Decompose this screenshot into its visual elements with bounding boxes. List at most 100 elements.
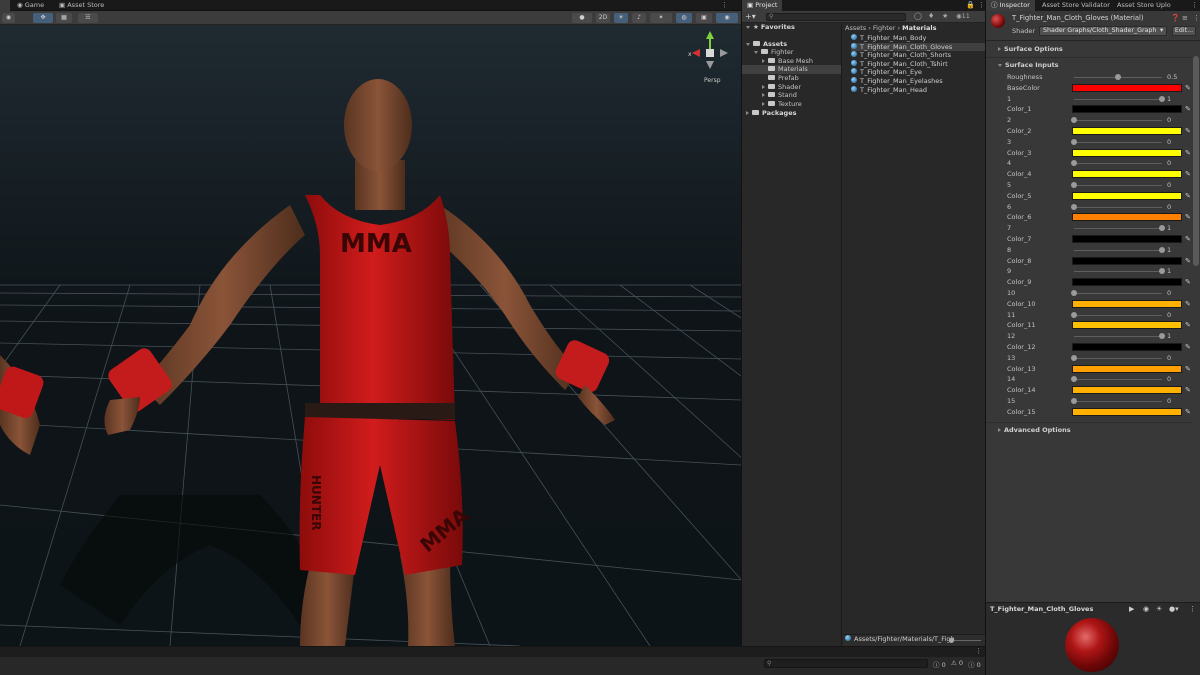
console-search-input[interactable]: ⚲ [764, 659, 928, 668]
panel-menu-icon[interactable]: ⋮ [978, 1, 985, 9]
list-item[interactable]: T_Fighter_Man_Eyelashes [851, 77, 986, 86]
expand-arrow-icon[interactable] [762, 59, 765, 63]
property-slider[interactable] [1074, 74, 1162, 80]
console-error-count[interactable]: ⓘ 0 [933, 659, 946, 669]
tree-item-favorites[interactable]: ★ Favorites [746, 23, 795, 32]
slider-knob[interactable] [1071, 160, 1077, 167]
color-swatch[interactable] [1072, 386, 1182, 395]
icon-size-slider[interactable] [949, 638, 981, 643]
slider-value[interactable]: 0 [1167, 289, 1171, 297]
slider-value[interactable]: 0 [1167, 397, 1171, 405]
eyedropper-icon[interactable]: ✎ [1185, 170, 1191, 178]
move-tool-icon[interactable]: ✥ [33, 13, 53, 23]
eyedropper-icon[interactable]: ✎ [1185, 105, 1191, 113]
tab-scene[interactable] [0, 0, 10, 11]
color-swatch[interactable] [1072, 170, 1182, 179]
tree-item-prefab[interactable]: Prefab [768, 74, 799, 83]
tree-item-packages[interactable]: Packages [746, 109, 796, 118]
tab-asset-store-upload[interactable]: Asset Store Uplo [1112, 0, 1176, 11]
slider-knob[interactable] [1071, 290, 1077, 296]
list-item[interactable]: T_Fighter_Man_Eye [851, 68, 986, 77]
settings-icon[interactable]: ≡ [1182, 14, 1188, 22]
more-options-icon[interactable]: ⋮ [721, 1, 728, 9]
slider-knob[interactable] [1159, 246, 1165, 253]
property-slider[interactable] [1071, 160, 1162, 167]
slider-knob[interactable] [1159, 225, 1165, 232]
favorites-star-icon[interactable]: ★ [942, 12, 948, 20]
property-slider[interactable] [1071, 138, 1162, 145]
slider-value[interactable]: 0 [1167, 375, 1171, 383]
slider-knob[interactable] [1071, 203, 1077, 210]
property-slider[interactable] [1074, 246, 1165, 253]
toggle-2d-button[interactable]: 2D [596, 13, 610, 23]
section-surface-inputs[interactable]: Surface Inputs [986, 61, 1193, 72]
list-item[interactable]: T_Fighter_Man_Cloth_Tshirt [851, 59, 986, 69]
list-item[interactable]: T_Fighter_Man_Body [851, 34, 986, 43]
property-slider[interactable] [1071, 376, 1162, 383]
color-swatch[interactable] [1072, 213, 1182, 222]
expand-arrow-icon[interactable] [746, 111, 749, 115]
tree-item-fighter[interactable]: Fighter [754, 48, 794, 57]
color-swatch[interactable] [1072, 235, 1182, 243]
shading-mode-icon[interactable]: ● [572, 13, 592, 23]
lock-icon[interactable]: 🔒 [966, 1, 975, 9]
breadcrumb-item[interactable]: Assets [845, 24, 866, 32]
expand-arrow-icon[interactable] [762, 85, 765, 89]
slider-knob[interactable] [1071, 354, 1077, 361]
shader-dropdown[interactable]: Shader Graphs/Cloth_Shader_Graph ▾ [1039, 26, 1167, 36]
material-preview-sphere[interactable] [1065, 618, 1119, 672]
breadcrumb-item[interactable]: Fighter [873, 24, 896, 32]
slider-knob[interactable] [1071, 398, 1077, 404]
slider-knob[interactable] [1159, 95, 1165, 102]
slider-knob[interactable] [1071, 117, 1077, 124]
color-swatch[interactable] [1072, 127, 1182, 135]
slider-value[interactable]: 0 [1167, 116, 1171, 124]
console-log-count[interactable]: ⓘ 0 [968, 659, 981, 669]
slider-knob[interactable] [949, 638, 954, 643]
eyedropper-icon[interactable]: ✎ [1185, 127, 1191, 135]
eyedropper-icon[interactable]: ✎ [1185, 278, 1191, 286]
eyedropper-icon[interactable]: ✎ [1185, 365, 1191, 373]
console-menu-icon[interactable]: ⋮ [975, 647, 982, 655]
tab-project[interactable]: ▣ Project [742, 0, 783, 11]
property-slider[interactable] [1074, 95, 1165, 102]
menu-icon[interactable]: ⋮ [1193, 14, 1200, 22]
slider-value[interactable]: 0.5 [1167, 73, 1177, 81]
property-slider[interactable] [1074, 268, 1165, 275]
search-by-type-icon[interactable]: ◯ [914, 12, 922, 20]
slider-knob[interactable] [1071, 138, 1077, 145]
eyedropper-icon[interactable]: ✎ [1185, 321, 1191, 329]
light-icon[interactable]: ☀ [1156, 605, 1162, 613]
property-slider[interactable] [1071, 354, 1162, 361]
list-item[interactable]: T_Fighter_Man_Head [851, 85, 986, 95]
eyedropper-icon[interactable]: ✎ [1185, 213, 1191, 221]
eyedropper-icon[interactable]: ✎ [1185, 408, 1191, 416]
slider-knob[interactable] [1159, 268, 1165, 275]
color-swatch[interactable] [1072, 148, 1182, 157]
tab-asset-store[interactable]: ▣ Asset Store [54, 0, 109, 11]
tree-item-texture[interactable]: Texture [762, 100, 802, 109]
camera-settings-icon[interactable]: ▣ [696, 13, 712, 23]
color-swatch[interactable] [1072, 299, 1182, 308]
collapse-arrow-icon[interactable] [746, 42, 750, 46]
tree-item-materials[interactable]: Materials [742, 65, 841, 74]
slider-value[interactable]: 1 [1167, 246, 1171, 254]
color-swatch[interactable] [1072, 278, 1182, 287]
preview-mesh-icon[interactable]: ◉ [1143, 605, 1149, 613]
color-swatch[interactable] [1072, 256, 1182, 265]
projection-label[interactable]: Persp [704, 77, 721, 84]
eyedropper-icon[interactable]: ✎ [1185, 192, 1191, 200]
gizmos-toggle-icon[interactable]: ◉ [716, 13, 738, 23]
color-swatch[interactable] [1072, 83, 1182, 92]
slider-value[interactable]: 0 [1167, 354, 1171, 362]
color-swatch[interactable] [1072, 321, 1182, 330]
color-swatch[interactable] [1072, 364, 1182, 373]
increment-snap-icon[interactable]: ☵ [78, 13, 98, 23]
property-slider[interactable] [1071, 203, 1162, 210]
sphere-select-icon[interactable]: ●▾ [1169, 605, 1179, 613]
property-slider[interactable] [1074, 333, 1165, 340]
panel-menu-icon[interactable]: ⋮ [1191, 1, 1198, 9]
help-icon[interactable]: ❓ [1171, 14, 1180, 22]
expand-arrow-icon[interactable] [762, 102, 765, 106]
audio-toggle-icon[interactable]: ♪ [632, 13, 646, 23]
